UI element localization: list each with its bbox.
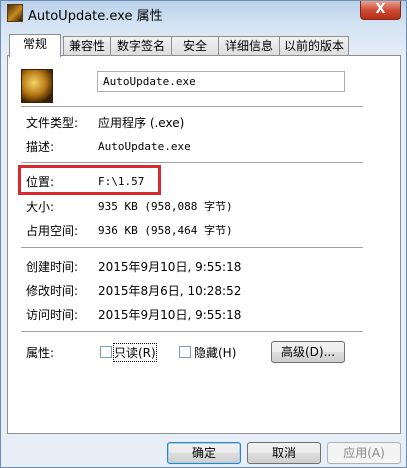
window-title: AutoUpdate.exe 属性 [28,9,163,24]
modified-label: 修改时间: [26,284,79,298]
created-value: 2015年9月10日, 9:55:18 [98,260,242,274]
description-value: AutoUpdate.exe [98,140,191,153]
divider [21,331,363,333]
ok-button[interactable]: 确定 [167,442,241,464]
hidden-label[interactable]: 隐藏(H) [194,344,236,361]
tab-general[interactable]: 常规 [9,34,61,57]
modified-value: 2015年8月6日, 10:28:52 [98,284,242,298]
divider [21,106,363,108]
cancel-button[interactable]: 取消 [247,442,321,464]
tab-details[interactable]: 详细信息 [218,36,280,56]
size-on-disk-label: 占用空间: [26,224,79,238]
location-value: F:\1.57 [98,175,145,188]
file-type-label: 文件类型: [26,116,79,130]
apply-button[interactable]: 应用(A) [327,442,401,464]
accessed-label: 访问时间: [26,308,79,322]
tab-security[interactable]: 安全 [171,36,219,56]
properties-window: AutoUpdate.exe 属性 X 常规 兼容性 数字签名 安全 详细信息 … [0,0,407,468]
tab-digital-signatures[interactable]: 数字签名 [110,36,172,56]
tab-compatibility[interactable]: 兼容性 [63,36,111,56]
attributes-label: 属性: [26,346,55,360]
hidden-checkbox[interactable] [179,346,191,358]
created-label: 创建时间: [26,260,79,274]
file-type-value: 应用程序 (.exe) [98,116,185,130]
readonly-checkbox[interactable] [100,346,112,358]
size-label: 大小: [26,200,55,214]
general-panel [7,55,401,434]
tab-previous-versions[interactable]: 以前的版本 [279,36,349,56]
title-bar[interactable]: AutoUpdate.exe 属性 X [1,1,406,27]
size-on-disk-value: 936 KB (958,464 字节) [98,224,233,237]
advanced-button[interactable]: 高级(D)... [271,341,345,363]
close-button[interactable]: X [360,1,401,20]
location-label: 位置: [26,175,55,189]
readonly-label[interactable]: 只读(R) [113,343,157,362]
file-name-field[interactable]: AutoUpdate.exe [97,71,345,92]
size-value: 935 KB (958,088 字节) [98,200,233,213]
description-label: 描述: [26,140,55,154]
divider [21,162,363,164]
accessed-value: 2015年9月10日, 9:55:18 [98,308,242,322]
app-icon [7,4,23,22]
exe-app-icon [21,69,53,103]
divider [21,247,363,249]
tab-bar: 常规 兼容性 数字签名 安全 详细信息 以前的版本 [7,34,401,57]
